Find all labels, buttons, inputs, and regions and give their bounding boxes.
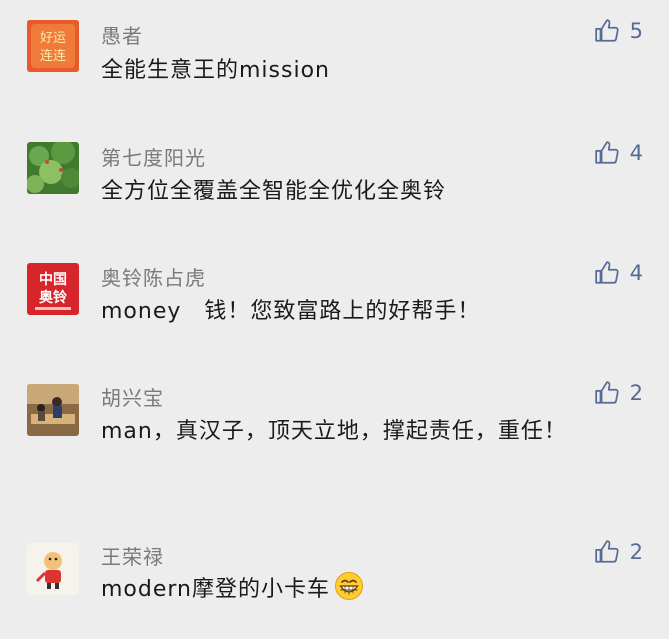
like-button[interactable]: 2 [594, 380, 643, 406]
avatar-text-top: 好运 [40, 31, 66, 46]
avatar[interactable] [27, 384, 79, 436]
thumbs-up-icon [594, 19, 619, 42]
grinning-face-emoji [335, 572, 363, 600]
comment-text: 全能生意王的mission [101, 58, 330, 83]
like-count: 2 [629, 540, 643, 564]
commenter-name[interactable]: 王荣禄 [101, 541, 164, 570]
avatar-text-bottom: 奥铃 [39, 289, 67, 306]
avatar[interactable]: 好运 连连 [27, 20, 79, 72]
like-button[interactable]: 4 [594, 140, 643, 166]
commenter-name[interactable]: 第七度阳光 [101, 142, 206, 171]
like-count: 4 [629, 261, 643, 285]
comment-text: 全方位全覆盖全智能全优化全奥铃 [101, 179, 447, 204]
commenter-name[interactable]: 愚者 [101, 20, 143, 49]
thumbs-up-icon [594, 540, 619, 563]
like-button[interactable]: 4 [594, 260, 643, 286]
commenter-name[interactable]: 胡兴宝 [101, 382, 164, 411]
thumbs-up-icon [594, 261, 619, 284]
avatar[interactable]: 中国 奥铃 [27, 263, 79, 315]
comment-item: 好运 连连 愚者 全能生意王的mission 5 [0, 0, 669, 120]
thumbs-up-icon [594, 381, 619, 404]
avatar[interactable] [27, 142, 79, 194]
like-button[interactable]: 2 [594, 539, 643, 565]
commenter-name[interactable]: 奥铃陈占虎 [101, 262, 206, 291]
like-count: 5 [629, 19, 643, 43]
avatar-text-bottom: 连连 [40, 48, 66, 64]
comment-text: money 钱！您致富路上的好帮手！ [101, 299, 481, 324]
like-button[interactable]: 5 [594, 18, 643, 44]
comment-text: man，真汉子，顶天立地，撑起责任，重任！ [101, 419, 567, 444]
comment-text-content: modern摩登的小卡车 [101, 577, 330, 602]
avatar[interactable] [27, 543, 79, 595]
thumbs-up-icon [594, 141, 619, 164]
comment-text: modern摩登的小卡车 [101, 571, 621, 609]
like-count: 4 [629, 141, 643, 165]
avatar-text-top: 中国 [39, 271, 67, 288]
like-count: 2 [629, 381, 643, 405]
